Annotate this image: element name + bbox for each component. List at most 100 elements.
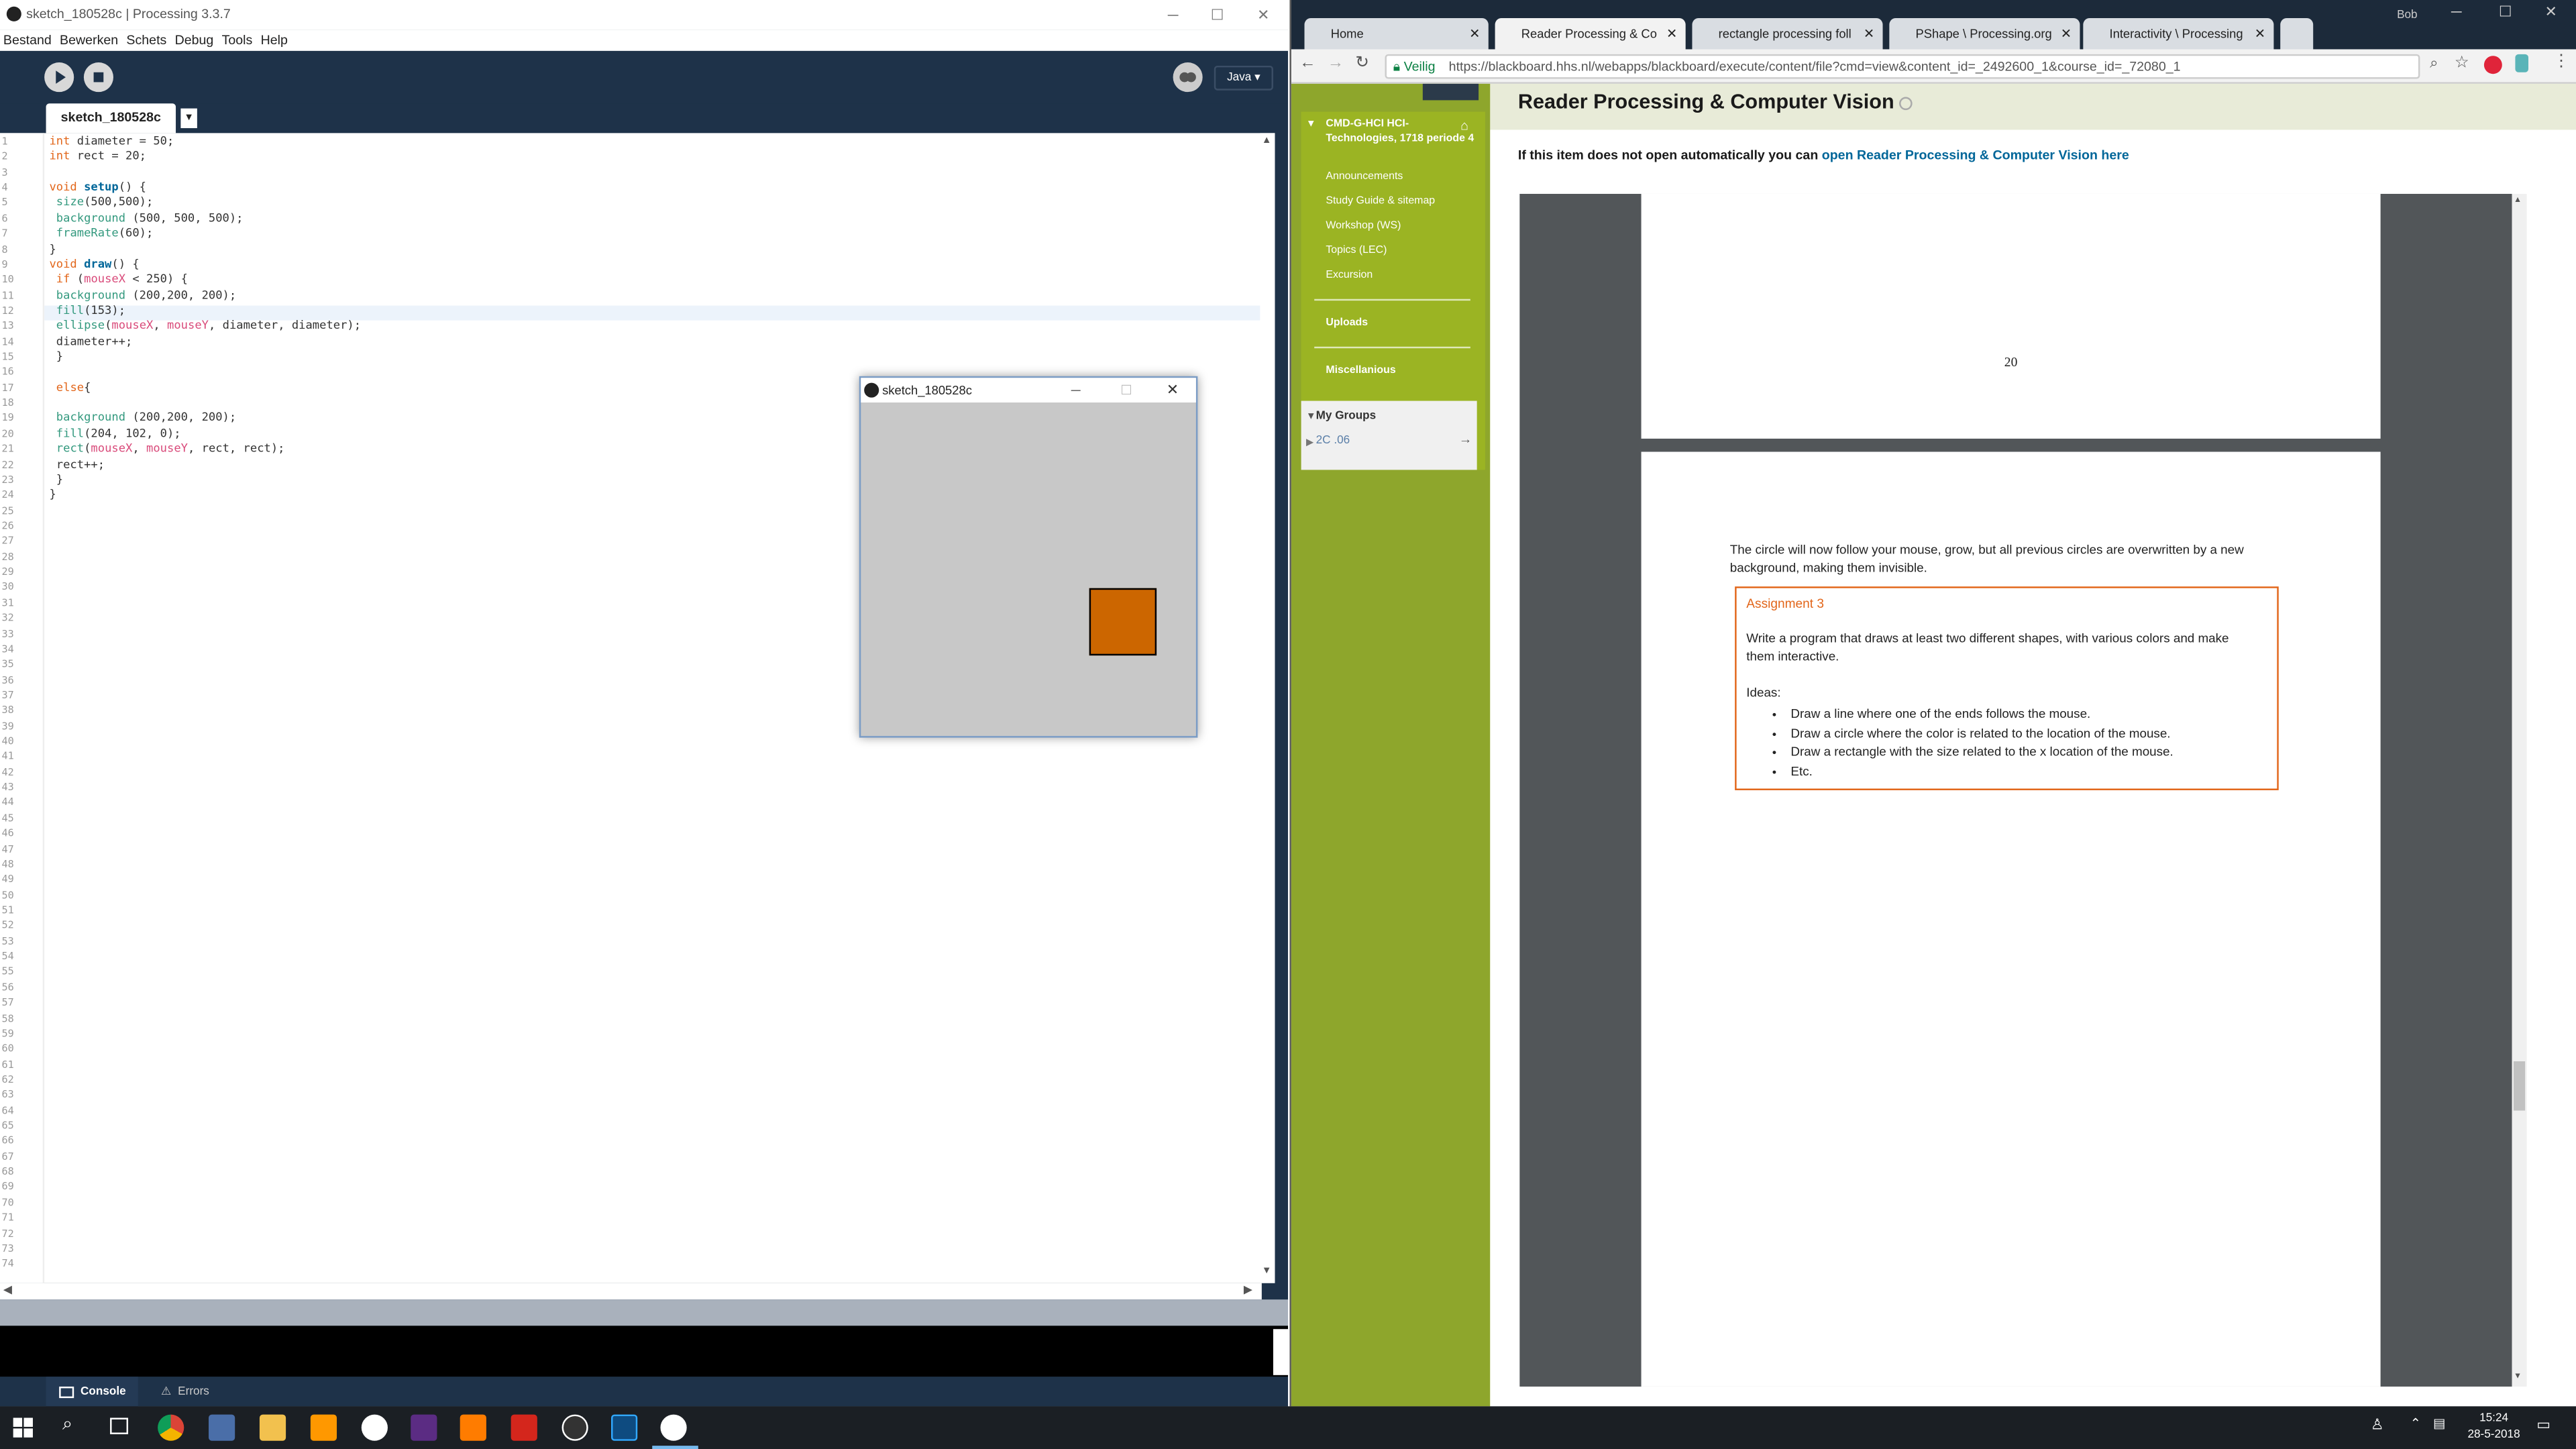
pdf-viewer[interactable]: 20 The circle will now follow your mouse… (1519, 193, 2512, 1387)
code-line[interactable]: int rect = 20; (49, 150, 146, 166)
extension-icon[interactable] (2515, 54, 2529, 72)
maximize-button[interactable]: ☐ (2499, 3, 2512, 21)
editor-vertical-scrollbar[interactable]: ▲ ▼ (1260, 133, 1275, 1283)
scroll-down-icon[interactable]: ▼ (1262, 1267, 1272, 1277)
expand-group-icon[interactable]: ▶ (1306, 437, 1313, 449)
close-button[interactable]: ✕ (1240, 0, 1287, 30)
code-line[interactable]: rect++; (49, 458, 105, 473)
photoshop-icon[interactable] (611, 1414, 638, 1441)
app-icon[interactable] (361, 1414, 388, 1441)
code-line[interactable]: } (49, 242, 56, 258)
search-icon[interactable]: ⌕ (2430, 54, 2438, 72)
clock-time[interactable]: 15:24 (2461, 1413, 2527, 1424)
code-line[interactable]: fill(153); (49, 304, 125, 319)
menu-help[interactable]: Help (261, 33, 288, 48)
pdf-scrollbar[interactable]: ▲ ▼ (2512, 193, 2527, 1387)
code-line[interactable]: ellipse(mouseX, mouseY, diameter, diamet… (49, 319, 361, 335)
nav-excursion[interactable]: Excursion (1326, 270, 1477, 281)
search-icon[interactable]: ⌕ (62, 1415, 72, 1436)
arrow-right-icon[interactable]: → (1459, 432, 1472, 447)
console-tab[interactable]: Console (46, 1377, 138, 1407)
code-line[interactable]: } (49, 350, 63, 366)
menu-tools[interactable]: Tools (222, 33, 253, 48)
illustrator-icon[interactable] (460, 1414, 486, 1441)
course-title[interactable]: CMD-G-HCI HCI-Technologies, 1718 periode… (1326, 118, 1477, 146)
new-tab-button[interactable] (2280, 17, 2314, 50)
close-tab-icon[interactable]: ✕ (2061, 18, 2072, 50)
code-line[interactable]: size(500,500); (49, 197, 154, 212)
menu-bewerken[interactable]: Bewerken (60, 33, 118, 48)
code-line[interactable]: void draw() { (49, 258, 139, 273)
code-line[interactable]: diameter++; (49, 335, 133, 350)
adblock-icon[interactable] (2483, 56, 2502, 74)
errors-tab[interactable]: ⚠ Errors (161, 1377, 209, 1406)
scroll-up-icon[interactable]: ▲ (2514, 195, 2522, 205)
close-tab-icon[interactable]: ✕ (1666, 18, 1677, 50)
tab-interactivity[interactable]: Interactivity \ Processing ✕ (2083, 17, 2274, 50)
maximize-button[interactable]: ☐ (1120, 378, 1132, 402)
forward-icon[interactable]: → (1328, 54, 1344, 72)
expand-icon[interactable]: ▼ (1306, 120, 1316, 130)
group-link[interactable]: 2C .06 (1316, 435, 1350, 447)
reload-icon[interactable]: ↻ (1355, 54, 1369, 72)
code-line[interactable]: void setup() { (49, 181, 146, 197)
close-tab-icon[interactable]: ✕ (2255, 18, 2265, 50)
close-button[interactable]: ✕ (2545, 3, 2557, 21)
processing-icon[interactable] (561, 1414, 588, 1441)
chevron-up-icon[interactable]: ⌃ (2410, 1416, 2421, 1431)
maximize-button[interactable]: ☐ (1194, 0, 1240, 30)
menu-kebab-icon[interactable]: ⋮ (2553, 52, 2569, 70)
run-button[interactable] (44, 62, 74, 93)
nav-workshop[interactable]: Workshop (WS) (1326, 220, 1477, 231)
nav-study-guide[interactable]: Study Guide & sitemap (1326, 195, 1477, 207)
code-line[interactable]: rect(mouseX, mouseY, rect, rect); (49, 442, 285, 458)
scroll-down-icon[interactable]: ▼ (2514, 1372, 2522, 1382)
sublime-text-icon[interactable] (310, 1414, 337, 1441)
code-line[interactable]: if (mouseX < 250) { (49, 273, 188, 288)
menu-debug[interactable]: Debug (175, 33, 214, 48)
file-explorer-icon[interactable] (259, 1414, 286, 1441)
code-line[interactable]: background (200,200, 200); (49, 288, 236, 304)
tab-sketch[interactable]: sketch_180528c (46, 103, 176, 133)
collapse-icon[interactable]: ▼ (1306, 413, 1316, 423)
scroll-up-icon[interactable]: ▲ (1262, 136, 1272, 146)
scroll-right-icon[interactable]: ▶ (1244, 1283, 1252, 1296)
tab-google-search[interactable]: rectangle processing foll ✕ (1692, 17, 1883, 50)
debugger-button[interactable] (1173, 62, 1203, 93)
network-icon[interactable]: ▤ (2433, 1416, 2446, 1431)
star-icon[interactable]: ☆ (2455, 54, 2469, 72)
nav-topics[interactable]: Topics (LEC) (1326, 245, 1477, 256)
stop-button[interactable] (83, 62, 113, 93)
app-icon[interactable] (411, 1414, 437, 1441)
code-line[interactable]: } (49, 488, 56, 504)
back-icon[interactable]: ← (1299, 54, 1316, 72)
close-tab-icon[interactable]: ✕ (1469, 18, 1480, 50)
url-field[interactable]: 🔒︎ Veilig https://blackboard.hhs.nl/weba… (1385, 54, 2420, 79)
console-scrollbar[interactable] (1273, 1329, 1289, 1375)
code-line[interactable]: int diameter = 50; (49, 135, 174, 150)
my-groups-heading[interactable]: My Groups (1316, 411, 1377, 422)
open-reader-link[interactable]: open Reader Processing & Computer Vision… (1822, 148, 2129, 162)
profile-name[interactable]: Bob (2397, 10, 2418, 21)
editor-horizontal-scrollbar[interactable]: ◀ ▶ (0, 1283, 1262, 1300)
mode-selector[interactable]: Java ▾ (1214, 65, 1273, 91)
options-icon[interactable] (1900, 96, 1913, 110)
code-line[interactable]: frameRate(60); (49, 227, 154, 242)
app-icon[interactable] (209, 1414, 235, 1441)
notifications-icon[interactable]: ▭ (2536, 1416, 2551, 1434)
sketch-output-window[interactable]: sketch_180528c ─ ☐ ✕ (859, 376, 1198, 738)
menu-bestand[interactable]: Bestand (3, 33, 52, 48)
tab-reader[interactable]: Reader Processing & Co ✕ (1495, 17, 1686, 50)
menu-schets[interactable]: Schets (126, 33, 166, 48)
code-line[interactable]: background (500, 500, 500); (49, 211, 244, 227)
scroll-thumb[interactable] (2513, 1061, 2526, 1111)
code-line[interactable]: } (49, 473, 63, 488)
close-tab-icon[interactable]: ✕ (1864, 18, 1874, 50)
nav-miscellanious[interactable]: Miscellanious (1326, 365, 1477, 376)
scroll-left-icon[interactable]: ◀ (3, 1283, 12, 1296)
task-view-icon[interactable] (110, 1417, 129, 1434)
code-line[interactable]: fill(204, 102, 0); (49, 427, 181, 442)
minimize-button[interactable]: ─ (1071, 378, 1081, 402)
processing-sketch-icon[interactable] (660, 1414, 687, 1441)
code-line[interactable]: background (200,200, 200); (49, 411, 236, 427)
